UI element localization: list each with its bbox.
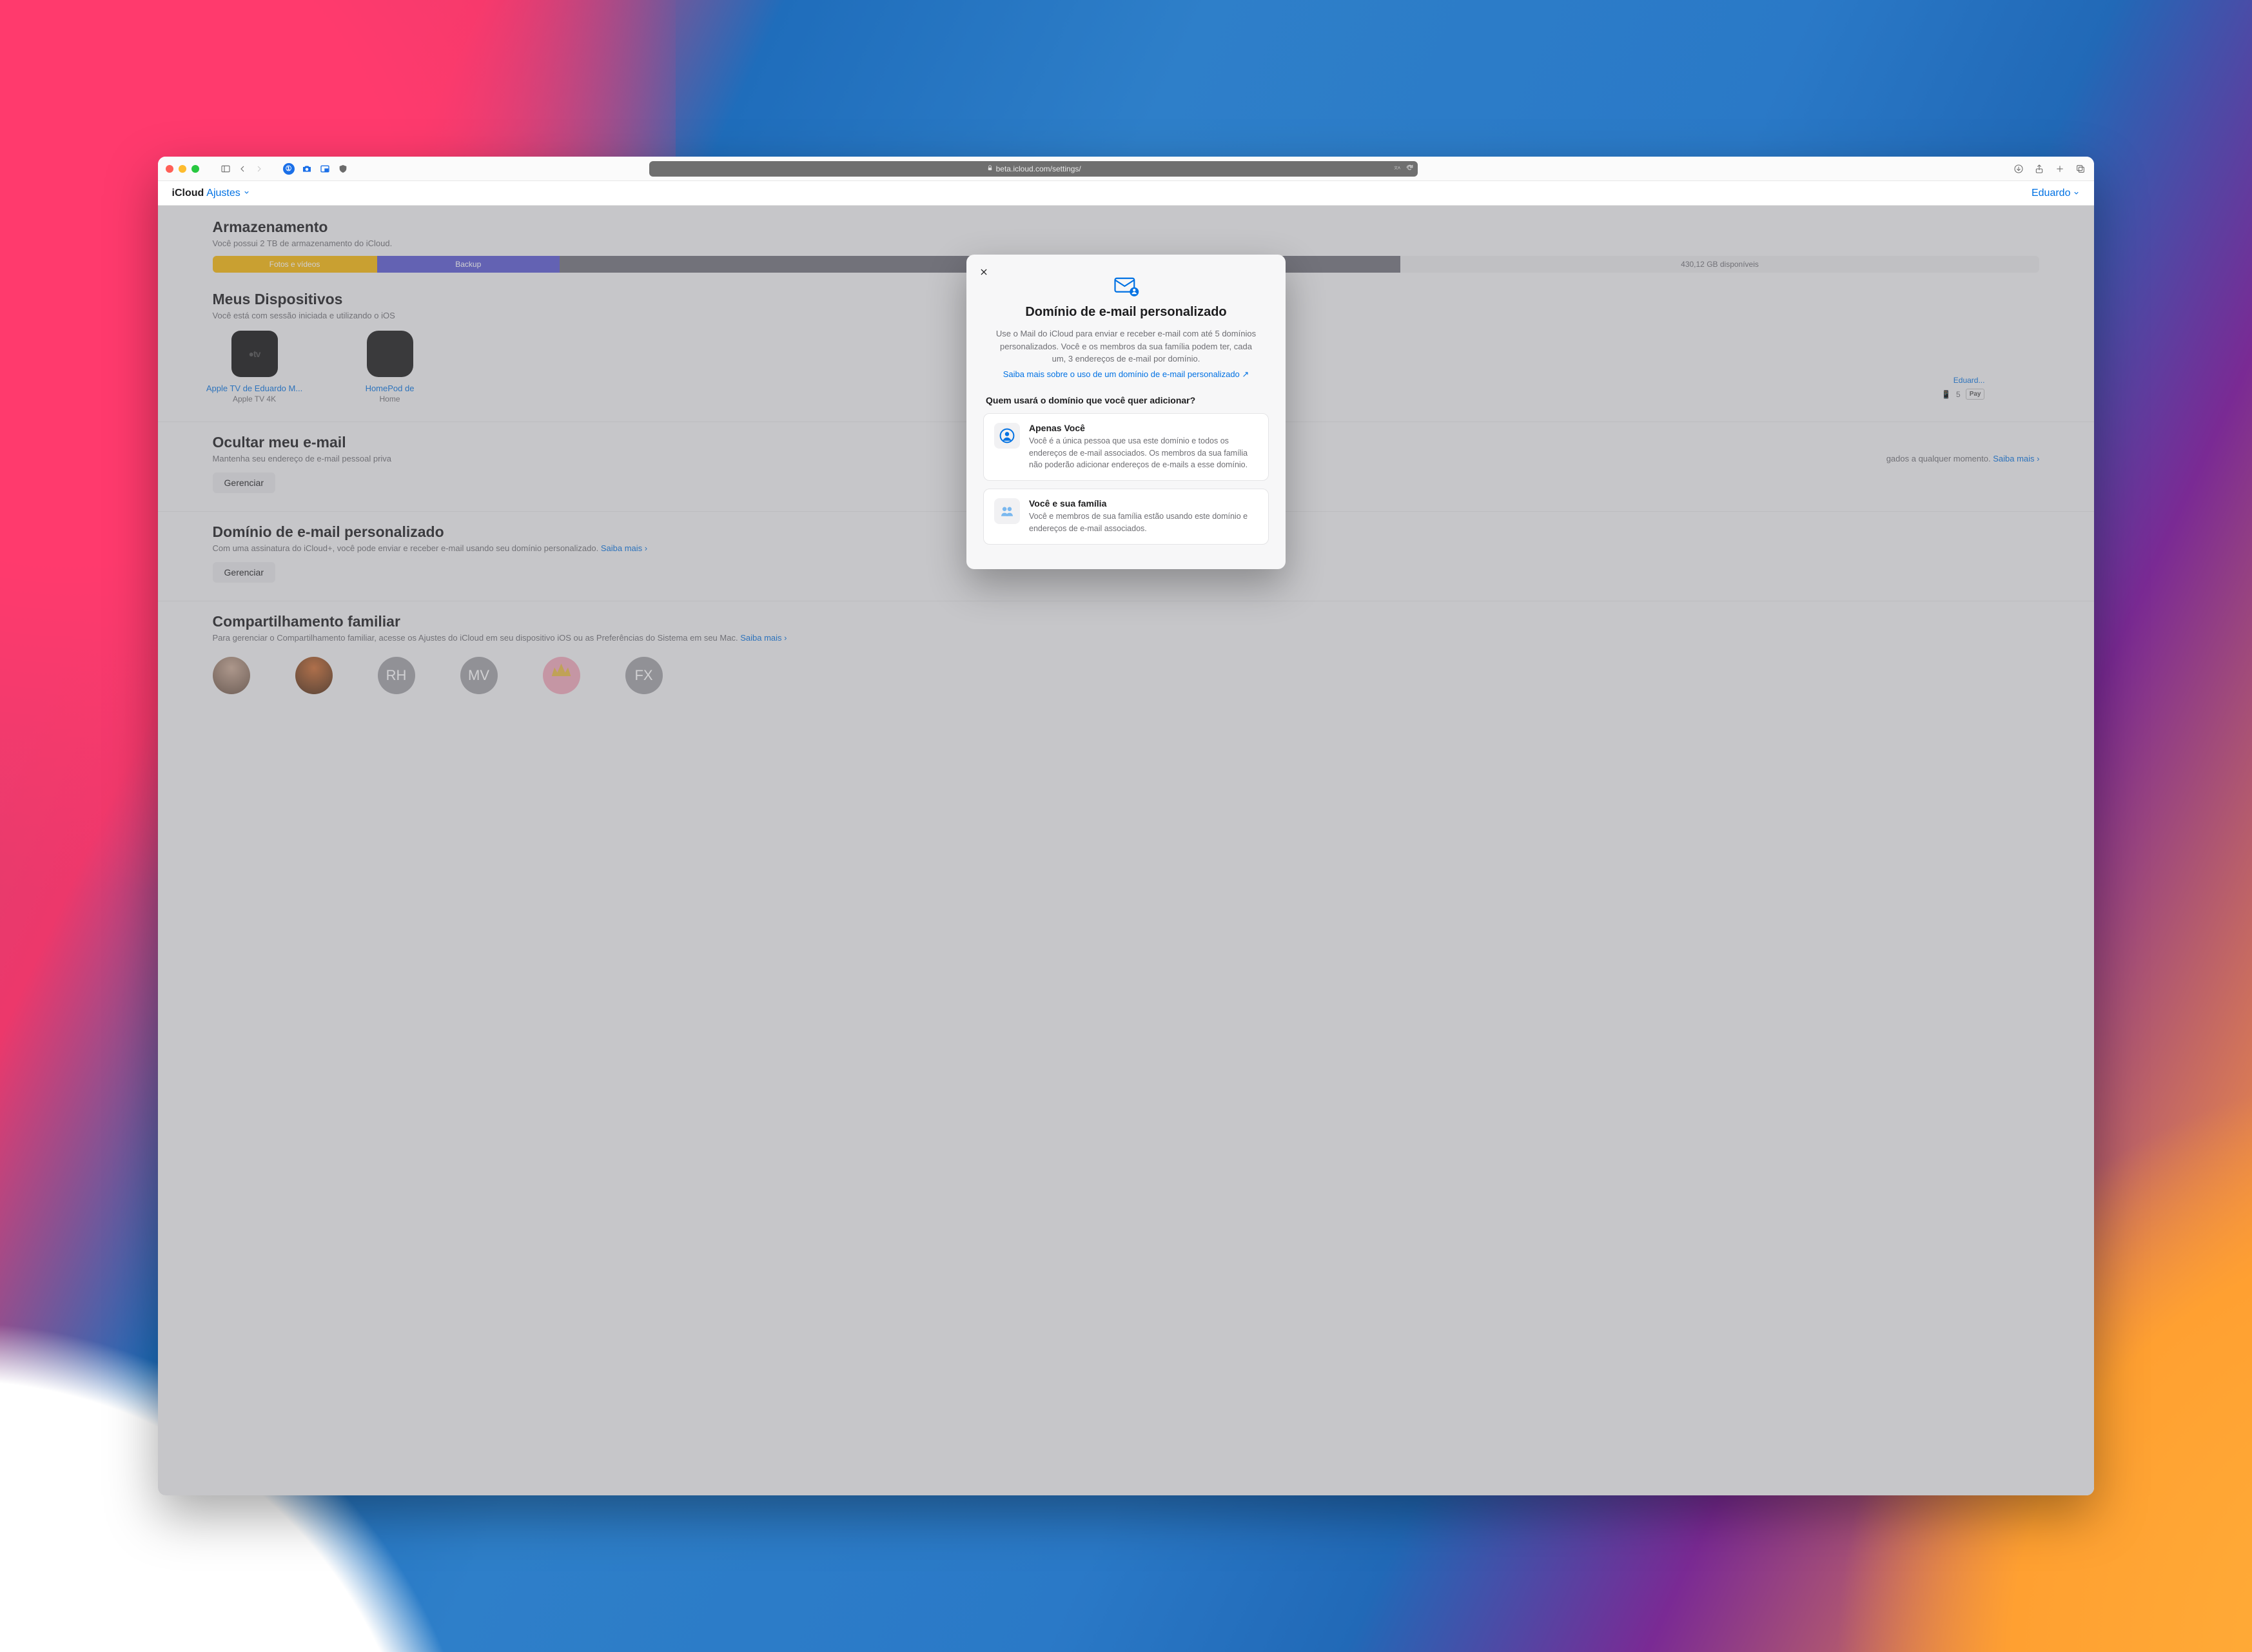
chevron-down-icon	[243, 188, 250, 199]
extension-pip-icon[interactable]	[319, 163, 331, 175]
family-icon	[994, 498, 1020, 524]
window-controls	[166, 165, 199, 173]
person-icon	[994, 423, 1020, 449]
translate-icon[interactable]: 文A	[1393, 164, 1402, 174]
tabs-overview-icon[interactable]	[2075, 163, 2086, 175]
minimize-window-button[interactable]	[179, 165, 186, 173]
close-window-button[interactable]	[166, 165, 173, 173]
downloads-icon[interactable]	[2013, 163, 2024, 175]
url-text: beta.icloud.com/settings/	[996, 164, 1081, 173]
extension-1password-icon[interactable]: ①	[283, 163, 295, 175]
lock-icon	[986, 164, 994, 173]
option-title: Você e sua família	[1029, 498, 1258, 509]
brand-label: iCloud	[172, 188, 204, 199]
section-dropdown[interactable]: Ajustes	[206, 188, 240, 199]
extension-camera-icon[interactable]	[301, 163, 313, 175]
extension-shield-icon[interactable]	[337, 163, 349, 175]
page-content: Armazenamento Você possui 2 TB de armaze…	[158, 206, 2095, 1495]
browser-window: ① beta.icloud.com/settings/ 文A	[158, 157, 2095, 1495]
option-only-you[interactable]: Apenas Você Você é a única pessoa que us…	[983, 413, 1269, 481]
modal-backdrop: Domínio de e-mail personalizado Use o Ma…	[158, 206, 2095, 1495]
address-bar[interactable]: beta.icloud.com/settings/ 文A	[649, 161, 1418, 177]
back-button[interactable]	[237, 163, 248, 175]
safari-toolbar: ① beta.icloud.com/settings/ 文A	[158, 157, 2095, 181]
option-title: Apenas Você	[1029, 423, 1258, 433]
app-header: iCloud Ajustes Eduardo	[158, 181, 2095, 206]
share-icon[interactable]	[2033, 163, 2045, 175]
zoom-window-button[interactable]	[191, 165, 199, 173]
reload-icon[interactable]	[1405, 164, 1414, 174]
option-family[interactable]: Você e sua família Você e membros de sua…	[983, 489, 1269, 545]
modal-title: Domínio de e-mail personalizado	[983, 305, 1269, 320]
sidebar-toggle-icon[interactable]	[220, 163, 231, 175]
close-modal-button[interactable]	[977, 265, 991, 279]
forward-button[interactable]	[253, 163, 265, 175]
option-desc: Você é a única pessoa que usa este domín…	[1029, 435, 1258, 471]
new-tab-icon[interactable]	[2054, 163, 2066, 175]
modal-question: Quem usará o domínio que você quer adici…	[983, 395, 1269, 405]
mail-domain-icon	[983, 273, 1269, 300]
option-desc: Você e membros de sua família estão usan…	[1029, 510, 1258, 535]
user-menu[interactable]: Eduardo	[2032, 188, 2081, 199]
svg-text:文A: 文A	[1394, 166, 1400, 171]
extensions: ①	[283, 163, 349, 175]
modal-learn-more-link[interactable]: Saiba mais sobre o uso de um domínio de …	[983, 369, 1269, 380]
custom-domain-modal: Domínio de e-mail personalizado Use o Ma…	[966, 255, 1286, 568]
modal-description: Use o Mail do iCloud para enviar e receb…	[983, 327, 1269, 365]
